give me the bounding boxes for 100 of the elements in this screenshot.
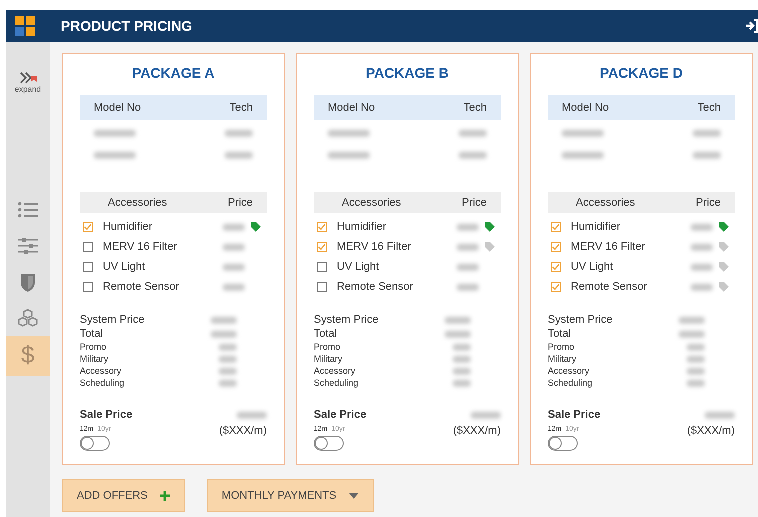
checkbox[interactable] xyxy=(317,242,327,252)
blurred-value xyxy=(457,224,479,230)
tag-icon[interactable] xyxy=(719,222,729,232)
monthly-price: ($XXX/m) xyxy=(687,425,735,437)
column-header: Price xyxy=(228,196,253,208)
price-label: Promo xyxy=(80,342,107,352)
blurred-value xyxy=(679,316,705,324)
package-title: PACKAGE D xyxy=(599,65,684,81)
checkbox[interactable] xyxy=(551,262,561,272)
price-label: Scheduling xyxy=(314,378,359,388)
caret-icon xyxy=(348,492,359,498)
package-title: PACKAGE A xyxy=(131,65,216,81)
column-header: Accessories xyxy=(341,196,402,208)
expand-button[interactable]: expand xyxy=(6,64,50,100)
accessory-name: UV Light xyxy=(103,261,146,273)
blurred-value xyxy=(225,130,253,137)
accessory-name: UV Light xyxy=(337,261,380,273)
blurred-value xyxy=(471,412,501,419)
checkbox[interactable] xyxy=(551,242,561,252)
blurred-value xyxy=(453,368,471,374)
column-header: Accessories xyxy=(575,196,636,208)
app-logo-icon[interactable] xyxy=(15,16,35,36)
expand-label: expand xyxy=(14,85,42,94)
blurred-value xyxy=(94,152,136,159)
blurred-value xyxy=(693,130,721,137)
dropdown-button[interactable]: MONTHLY PAYMENTS xyxy=(206,479,374,512)
column-header: Tech xyxy=(230,102,253,114)
double-chevron-icon xyxy=(19,70,37,84)
blurred-value xyxy=(693,152,721,159)
blurred-value xyxy=(705,412,735,419)
blurred-value xyxy=(328,152,370,159)
blurred-value xyxy=(457,284,479,290)
column-header: Model No xyxy=(562,102,610,114)
blurred-value xyxy=(328,130,370,137)
price-label: Scheduling xyxy=(80,378,125,388)
blurred-value xyxy=(687,380,705,386)
sale-price-label: Sale Price xyxy=(80,409,133,421)
checkbox[interactable] xyxy=(83,222,93,232)
column-header: Tech xyxy=(698,102,721,114)
blurred-value xyxy=(691,224,713,230)
tag-icon[interactable] xyxy=(485,222,495,232)
checkbox[interactable] xyxy=(83,282,93,292)
column-header: Model No xyxy=(94,102,142,114)
sliders-icon xyxy=(17,236,39,256)
checkbox[interactable] xyxy=(551,282,561,292)
accessory-name: Remote Sensor xyxy=(103,281,180,293)
checkbox[interactable] xyxy=(317,222,327,232)
checkbox[interactable] xyxy=(317,262,327,272)
blurred-value xyxy=(679,330,705,338)
check-icon xyxy=(552,263,560,271)
blurred-value xyxy=(219,344,237,350)
price-label: Accessory xyxy=(548,366,590,376)
blurred-value xyxy=(94,130,136,137)
plus-icon xyxy=(160,490,170,500)
accessory-name: MERV 16 Filter xyxy=(337,241,412,253)
accessory-name: MERV 16 Filter xyxy=(103,241,178,253)
check-icon xyxy=(552,223,560,231)
blurred-value xyxy=(459,130,487,137)
toggle-switch[interactable] xyxy=(548,436,578,451)
add-offers-button[interactable]: ADD OFFERS xyxy=(62,479,185,512)
price-label: Accessory xyxy=(314,366,356,376)
price-label: System Price xyxy=(314,314,379,326)
toggle-switch[interactable] xyxy=(314,436,344,451)
accessory-name: Remote Sensor xyxy=(571,281,648,293)
sale-price-label: Sale Price xyxy=(314,409,367,421)
sale-price-label: Sale Price xyxy=(548,409,601,421)
accessory-name: UV Light xyxy=(571,261,614,273)
column-header: Tech xyxy=(464,102,487,114)
blurred-value xyxy=(562,152,604,159)
blurred-value xyxy=(445,316,471,324)
page-title: PRODUCT PRICING xyxy=(61,18,192,34)
accessory-name: MERV 16 Filter xyxy=(571,241,646,253)
blurred-value xyxy=(223,284,245,290)
blurred-value xyxy=(687,356,705,362)
blurred-value xyxy=(691,284,713,290)
blurred-value xyxy=(445,330,471,338)
checkbox[interactable] xyxy=(317,282,327,292)
checkbox[interactable] xyxy=(83,242,93,252)
package-title: PACKAGE B xyxy=(365,65,450,81)
price-label: System Price xyxy=(548,314,613,326)
blurred-value xyxy=(457,264,479,270)
price-label: Military xyxy=(548,354,576,364)
blurred-value xyxy=(691,244,713,250)
check-icon xyxy=(552,243,560,251)
toggle-switch[interactable] xyxy=(80,436,110,451)
price-label: Total xyxy=(314,328,338,340)
price-label: Scheduling xyxy=(548,378,593,388)
accessory-name: Remote Sensor xyxy=(337,281,414,293)
blurred-value xyxy=(687,368,705,374)
blurred-value xyxy=(237,412,267,419)
tag-icon[interactable] xyxy=(251,222,261,232)
check-icon xyxy=(318,223,326,231)
exit-icon[interactable] xyxy=(746,19,758,33)
monthly-price: ($XXX/m) xyxy=(453,425,501,437)
check-icon xyxy=(318,243,326,251)
checkbox[interactable] xyxy=(83,262,93,272)
column-header: Price xyxy=(696,196,721,208)
checkbox[interactable] xyxy=(551,222,561,232)
price-label: Total xyxy=(80,328,104,340)
list-icon xyxy=(17,200,39,220)
